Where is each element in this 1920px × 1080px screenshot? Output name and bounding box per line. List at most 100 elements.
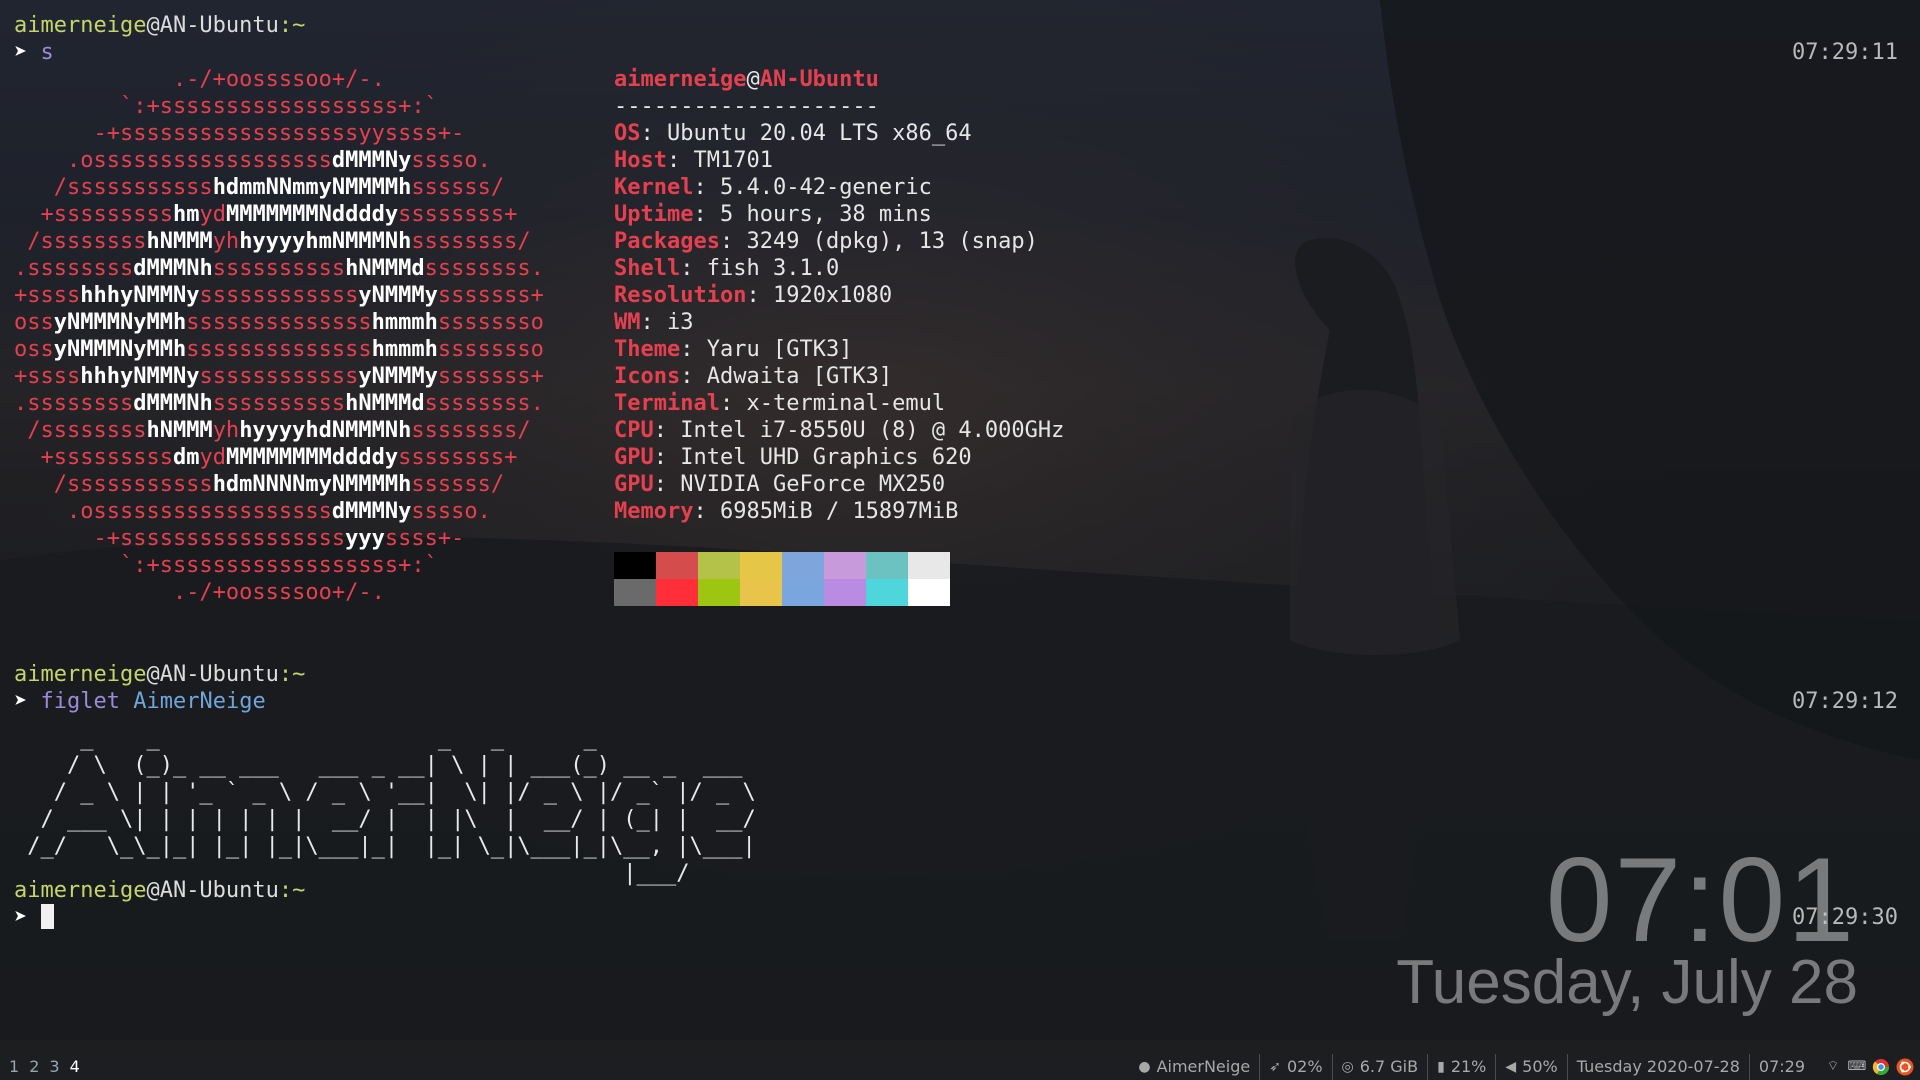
info-value: 5.4.0-42-generic	[719, 175, 932, 200]
palette-swatch	[824, 579, 866, 606]
logo-segment: +ssss	[14, 283, 81, 308]
logo-segment: yh	[212, 229, 240, 254]
info-at: @	[746, 67, 760, 92]
keyboard-icon[interactable]: ⌨	[1848, 1058, 1867, 1076]
info-value: Intel UHD Graphics 620	[680, 445, 972, 470]
info-row: Resolution: 1920x1080	[614, 283, 893, 308]
figlet-line: / ___ \| | | | | | | __/ | | |\ | __/ | …	[14, 807, 756, 832]
logo-segment: yyy	[345, 526, 385, 551]
logo-segment: hyyyyhmNMMMNh	[239, 229, 412, 254]
info-key: Shell	[614, 256, 681, 281]
battery-block[interactable]: ▮ 21%	[1427, 1054, 1495, 1080]
volume-block[interactable]: ◀ 50%	[1495, 1054, 1566, 1080]
ubuntu-ascii-logo: .-/+oossssoo+/-. `:+ssssssssssssssssss+:…	[14, 66, 544, 606]
rocket-icon: ➶	[1269, 1059, 1281, 1075]
info-value: 3249 (dpkg), 13 (snap)	[746, 229, 1038, 254]
logo-segment: hNMMMd	[345, 391, 425, 416]
logo-segment: ssssssso	[437, 310, 544, 335]
logo-segment: +sssssssss	[14, 445, 173, 470]
time-block[interactable]: 07:29	[1748, 1054, 1814, 1080]
prompt-user: aimerneige	[14, 878, 147, 903]
workspace-switcher: 1234	[4, 1054, 85, 1080]
github-block[interactable]: ● AimerNeige	[1129, 1054, 1259, 1080]
disk-free: 6.7 GiB	[1359, 1057, 1419, 1076]
github-icon: ●	[1138, 1059, 1151, 1075]
workspace-2[interactable]: 2	[24, 1054, 44, 1080]
command-argument: AimerNeige	[133, 689, 266, 714]
info-row: WM: i3	[614, 310, 694, 335]
info-row: Uptime: 5 hours, 38 mins	[614, 202, 932, 227]
logo-segment: hm	[172, 202, 200, 227]
logo-segment: yNMMMy	[358, 364, 438, 389]
info-value: fish 3.1.0	[706, 256, 840, 281]
cpu-block[interactable]: ➶ 02%	[1259, 1054, 1331, 1080]
logo-segment: yh	[212, 418, 240, 443]
logo-segment: ssssssss.	[424, 391, 544, 416]
info-row: Terminal: x-terminal-emul	[614, 391, 946, 416]
logo-segment: ssss+-	[384, 526, 465, 551]
info-key: CPU	[614, 418, 654, 443]
disk-icon: ◎	[1341, 1059, 1354, 1075]
logo-segment: dMMMNh	[133, 256, 213, 281]
logo-segment: sssssss+	[437, 364, 544, 389]
command-input-line[interactable]: ➤	[14, 904, 54, 931]
logo-segment: dm	[172, 445, 200, 470]
info-value: 5 hours, 38 mins	[719, 202, 932, 227]
bar-date: Tuesday 2020-07-28	[1576, 1057, 1740, 1076]
logo-segment: /ssssssss	[14, 418, 147, 443]
logo-segment: dMMMNh	[133, 391, 213, 416]
disk-block[interactable]: ◎ 6.7 GiB	[1331, 1054, 1428, 1080]
info-key: Kernel	[614, 175, 694, 200]
wifi-icon[interactable]: ⌔	[1824, 1058, 1842, 1076]
logo-segment: yNMMMNyMMh	[53, 337, 187, 362]
command-text: s	[40, 40, 54, 65]
battery-icon: ▮	[1437, 1059, 1445, 1075]
chrome-icon[interactable]	[1872, 1058, 1890, 1076]
logo-segment: yNMMMNyMMh	[53, 310, 187, 335]
info-value: x-terminal-emul	[746, 391, 946, 416]
prompt-arrow-icon: ➤	[14, 905, 28, 930]
figlet-line: /_/ \_\_|_| |_| |_|\___|_| |_| \_|\___|_…	[14, 834, 756, 859]
ubuntu-icon[interactable]	[1896, 1058, 1914, 1076]
logo-segment: hNMMM	[146, 418, 213, 443]
info-value: i3	[667, 310, 694, 335]
palette-swatch	[740, 552, 782, 579]
command-line: ➤ figlet AimerNeige	[14, 688, 266, 715]
prompt-host: @AN-Ubuntu	[146, 13, 279, 38]
palette-swatch	[908, 552, 950, 579]
status-blocks: ● AimerNeige ➶ 02% ◎ 6.7 GiB ▮ 21% ◀ 50% Tues…	[1129, 1054, 1914, 1080]
palette-swatch	[698, 579, 740, 606]
workspace-4[interactable]: 4	[65, 1054, 85, 1080]
info-value: Adwaita [GTK3]	[706, 364, 893, 389]
logo-segment: /ssssssss	[14, 229, 147, 254]
info-row: GPU: Intel UHD Graphics 620	[614, 445, 972, 470]
info-value: Ubuntu 20.04 LTS x86_64	[667, 121, 972, 146]
date-block[interactable]: Tuesday 2020-07-28	[1566, 1054, 1749, 1080]
info-row: Host: TM1701	[614, 148, 773, 173]
bar-time: 07:29	[1758, 1057, 1805, 1076]
logo-segment: .ssssssss	[14, 256, 134, 281]
prompt-line: aimerneige@AN-Ubuntu:~	[14, 877, 305, 904]
workspace-3[interactable]: 3	[44, 1054, 64, 1080]
info-row: Packages: 3249 (dpkg), 13 (snap)	[614, 229, 1038, 254]
palette-swatch	[656, 579, 698, 606]
figlet-line: _ _ _ _ _	[14, 726, 597, 751]
info-separator: --------------------	[614, 94, 879, 119]
info-host: AN-Ubuntu	[759, 67, 879, 92]
logo-segment: `:+ssssssssssssssssss+:`	[14, 553, 438, 578]
logo-segment: ssssss/	[411, 175, 505, 200]
logo-segment: hdmmNNmmyNMMMMh	[212, 175, 412, 200]
info-key: Icons	[614, 364, 681, 389]
logo-segment: oss	[14, 337, 54, 362]
logo-segment: `:+ssssssssssssssssss+:`	[14, 94, 438, 119]
info-value: 1920x1080	[772, 283, 893, 308]
desktop-clock-time: 07:01	[1545, 833, 1856, 967]
info-row: CPU: Intel i7-8550U (8) @ 4.000GHz	[614, 418, 1065, 443]
logo-segment: ssssssssssssss	[186, 337, 372, 362]
workspace-1[interactable]: 1	[4, 1054, 24, 1080]
logo-segment: oss	[14, 310, 54, 335]
palette-swatch	[614, 552, 656, 579]
logo-segment: hdmNNNNmyNMMMMh	[212, 472, 412, 497]
logo-segment: ssssssssssssss	[186, 310, 372, 335]
logo-segment: ssssssss.	[424, 256, 544, 281]
